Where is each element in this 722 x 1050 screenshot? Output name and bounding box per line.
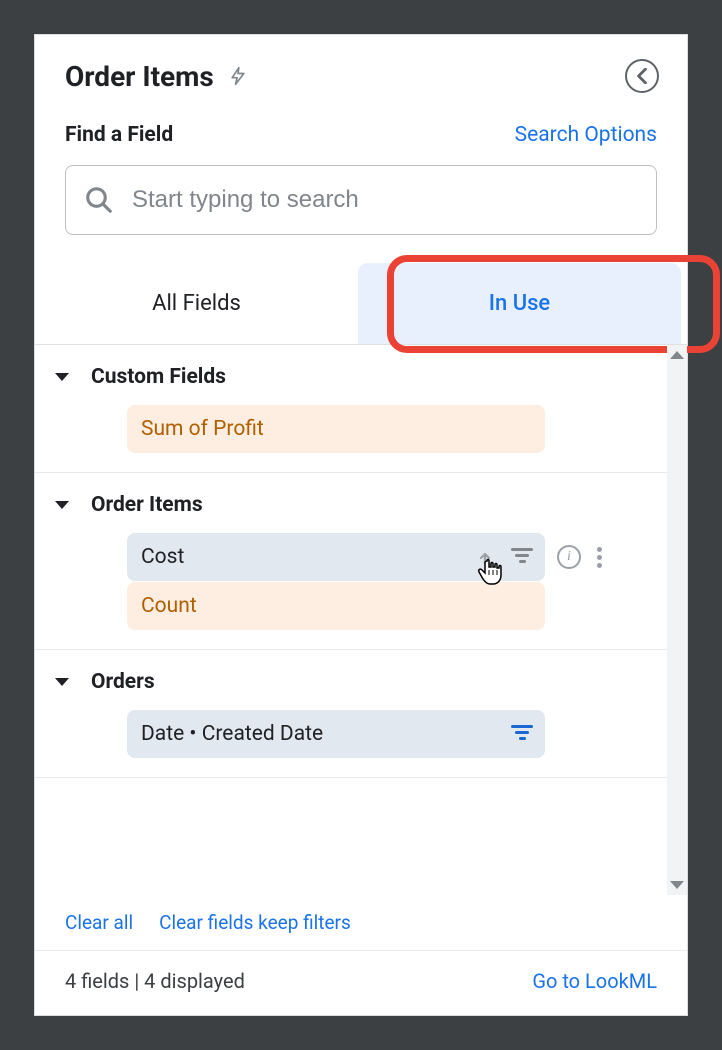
filter-icon[interactable] bbox=[511, 548, 533, 566]
field-label: Sum of Profit bbox=[141, 417, 264, 441]
group-custom-fields: Custom Fields Sum of Profit bbox=[35, 345, 667, 473]
group-header-order-items[interactable]: Order Items bbox=[35, 487, 667, 523]
field-label: Date • Created Date bbox=[141, 722, 323, 746]
search-options-link[interactable]: Search Options bbox=[515, 123, 657, 147]
quick-start-icon bbox=[228, 62, 248, 90]
footer: 4 fields | 4 displayed Go to LookML bbox=[35, 951, 687, 1015]
tab-all-fields[interactable]: All Fields bbox=[35, 263, 358, 344]
info-icon[interactable]: i bbox=[557, 545, 581, 569]
scrollbar[interactable] bbox=[667, 345, 687, 895]
group-order-items: Order Items Cost i bbox=[35, 473, 667, 650]
field-date-created-date[interactable]: Date • Created Date bbox=[127, 710, 545, 758]
actions-row: Clear all Clear fields keep filters bbox=[35, 895, 687, 951]
filter-icon[interactable] bbox=[511, 725, 533, 743]
scroll-down-icon[interactable] bbox=[670, 881, 684, 889]
cursor-hand-icon bbox=[477, 557, 505, 587]
group-title: Custom Fields bbox=[91, 365, 226, 389]
group-header-orders[interactable]: Orders bbox=[35, 664, 667, 700]
group-title: Orders bbox=[91, 670, 155, 694]
field-label: Count bbox=[141, 594, 197, 618]
tab-in-use[interactable]: In Use bbox=[358, 263, 681, 344]
chevron-down-icon bbox=[55, 373, 69, 381]
collapse-button[interactable] bbox=[625, 59, 659, 93]
find-field-label: Find a Field bbox=[65, 123, 173, 147]
scroll-up-icon[interactable] bbox=[670, 351, 684, 359]
field-picker-panel: Order Items Find a Field Search Options … bbox=[34, 34, 688, 1016]
field-cost[interactable]: Cost i bbox=[127, 533, 545, 581]
field-count[interactable]: Count bbox=[127, 582, 545, 630]
search-input[interactable] bbox=[132, 186, 638, 214]
search-box[interactable] bbox=[65, 165, 657, 235]
group-orders: Orders Date • Created Date bbox=[35, 650, 667, 778]
clear-all-link[interactable]: Clear all bbox=[65, 911, 133, 934]
field-label: Cost bbox=[141, 545, 184, 569]
tabs-row: All Fields In Use bbox=[35, 263, 687, 345]
chevron-down-icon bbox=[55, 501, 69, 509]
footer-status: 4 fields | 4 displayed bbox=[65, 969, 245, 993]
search-icon bbox=[84, 185, 114, 215]
clear-fields-keep-filters-link[interactable]: Clear fields keep filters bbox=[159, 911, 351, 934]
search-label-row: Find a Field Search Options bbox=[35, 105, 687, 149]
chevron-down-icon bbox=[55, 678, 69, 686]
group-header-custom-fields[interactable]: Custom Fields bbox=[35, 359, 667, 395]
panel-header: Order Items bbox=[35, 35, 687, 105]
go-to-lookml-link[interactable]: Go to LookML bbox=[532, 969, 657, 993]
panel-title: Order Items bbox=[65, 60, 214, 93]
group-title: Order Items bbox=[91, 493, 203, 517]
field-sum-of-profit[interactable]: Sum of Profit bbox=[127, 405, 545, 453]
field-list-content: Custom Fields Sum of Profit Order Items … bbox=[35, 345, 687, 895]
kebab-menu-icon[interactable] bbox=[597, 547, 602, 568]
